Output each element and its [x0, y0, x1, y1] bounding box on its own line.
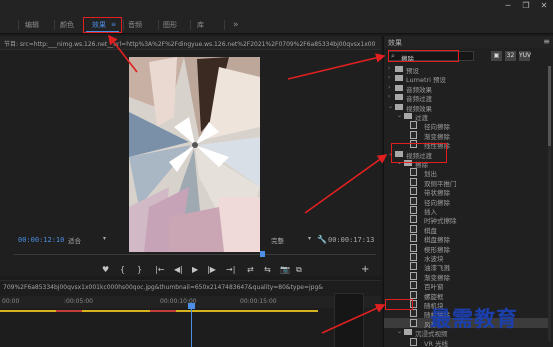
arrow-to-search	[287, 53, 386, 80]
arrow-to-pinwheel	[321, 303, 386, 334]
arrow-to-video-transitions	[304, 154, 388, 214]
annotation-arrows	[108, 34, 388, 334]
arrow-to-effects-tab	[108, 34, 138, 73]
watermark-text: 最需教育	[430, 306, 518, 331]
